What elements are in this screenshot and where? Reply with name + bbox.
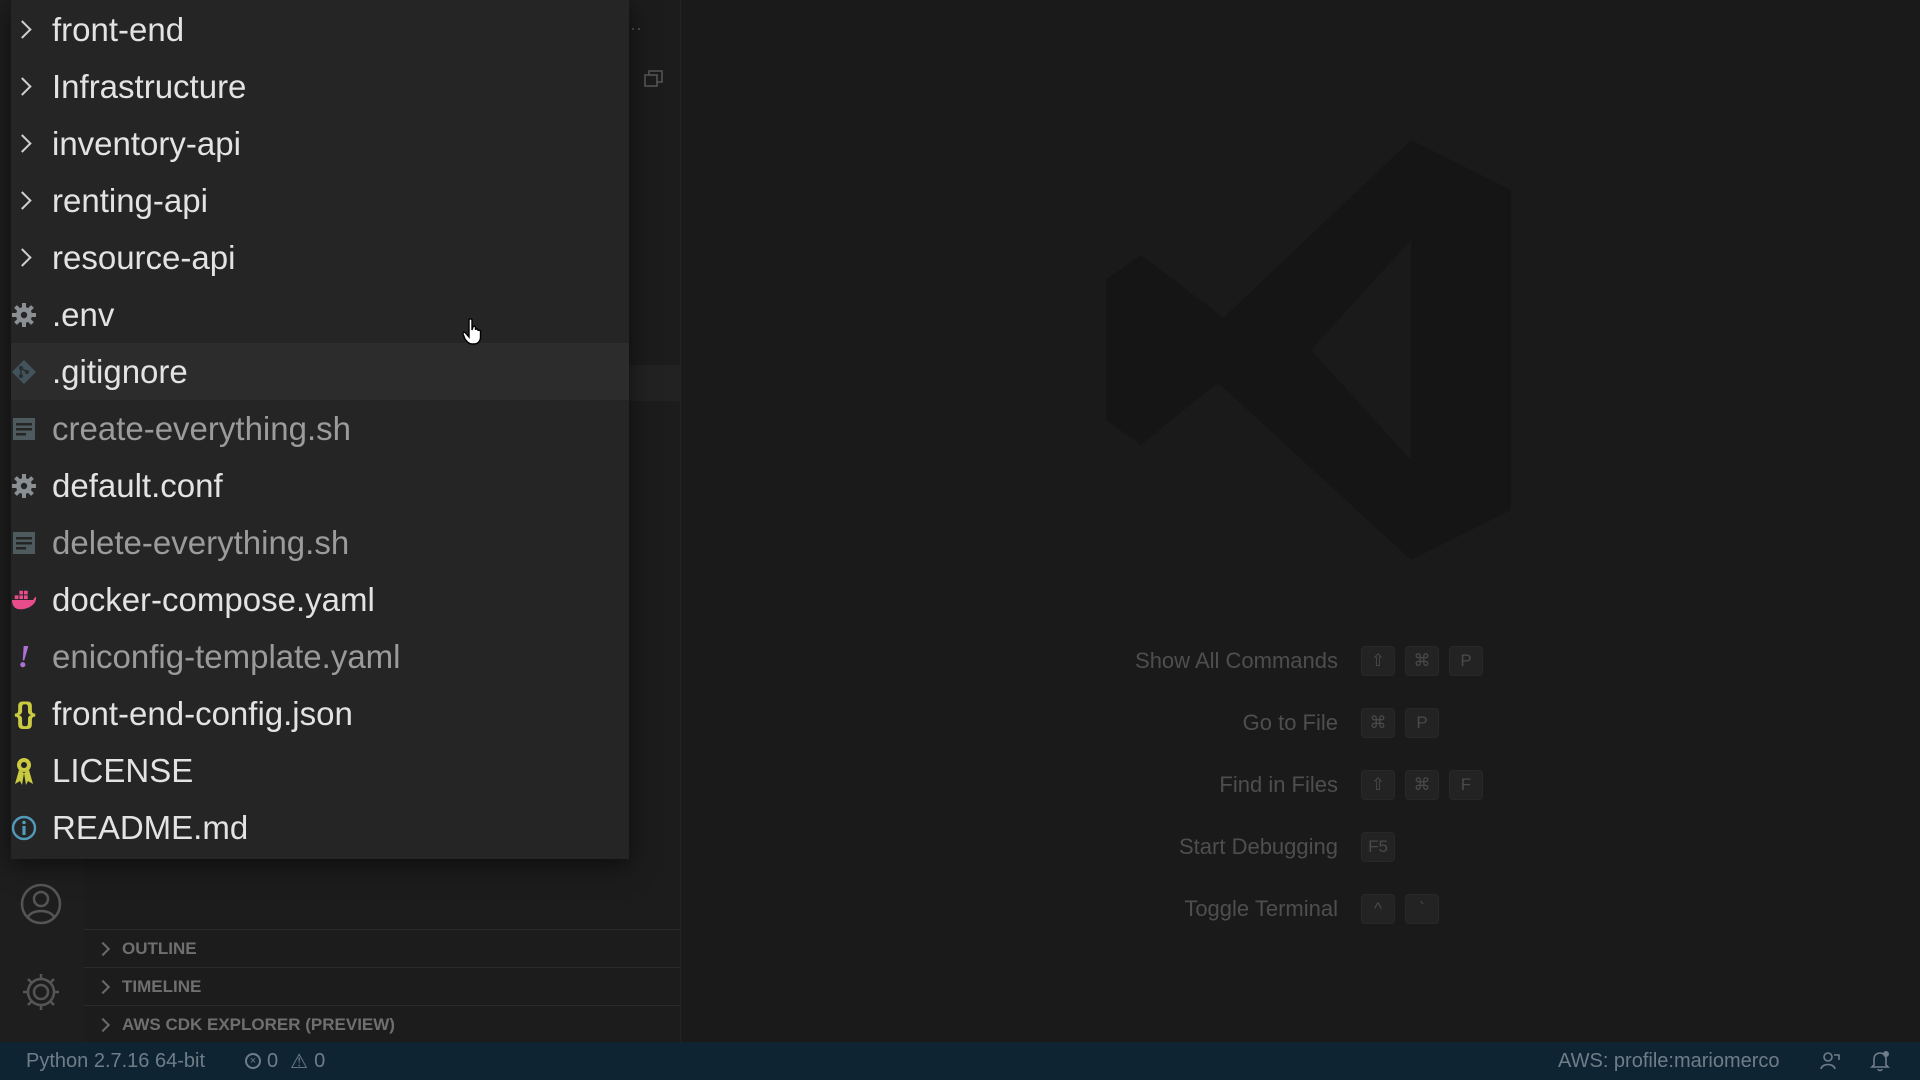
command-label: Start Debugging [1179, 834, 1338, 859]
problems-indicator[interactable]: × 0 ⚠ 0 [245, 1049, 325, 1074]
command-label: Show All Commands [1135, 648, 1338, 673]
tree-file-readme[interactable]: README.md [11, 799, 629, 856]
command-start-debugging: Start Debugging F5 [1051, 829, 1671, 865]
tree-file-gitignore[interactable]: .gitignore [11, 343, 629, 400]
accounts-icon[interactable] [19, 882, 63, 926]
key-cmd: ⌘ [1361, 708, 1395, 738]
tree-item-label: eniconfig-template.yaml [52, 637, 401, 675]
tree-folder-renting-api[interactable]: renting-api [11, 172, 629, 229]
editor-area: Show All Commands ⇧ ⌘ P Go to File ⌘ P F… [681, 0, 1920, 1042]
chevron-right-icon [11, 186, 37, 216]
warning-icon: ⚠ [290, 1050, 309, 1073]
command-label: Go to File [1242, 710, 1338, 735]
command-go-to-file: Go to File ⌘ P [1051, 705, 1671, 741]
outline-title: OUTLINE [122, 938, 197, 958]
tree-item-label: README.md [52, 808, 249, 846]
cdk-explorer-section[interactable]: AWS CDK EXPLORER (PREVIEW) [84, 1005, 680, 1043]
tree-file-docker-compose[interactable]: docker-compose.yaml [11, 571, 629, 628]
git-icon [11, 357, 37, 387]
tree-item-label: create-everything.sh [52, 409, 351, 447]
tree-file-create-everything[interactable]: create-everything.sh [11, 400, 629, 457]
gear-icon [11, 471, 37, 501]
command-label: Find in Files [1219, 772, 1338, 797]
tree-folder-front-end[interactable]: front-end [11, 1, 629, 58]
shell-file-icon [11, 528, 37, 558]
key-p: P [1405, 708, 1439, 738]
tree-item-label: inventory-api [52, 124, 241, 162]
tree-folder-infrastructure[interactable]: Infrastructure [11, 58, 629, 115]
tree-item-label: front-end [52, 10, 185, 48]
cdk-explorer-title: AWS CDK EXPLORER (PREVIEW) [122, 1014, 395, 1034]
outline-section[interactable]: OUTLINE [84, 929, 680, 967]
python-interpreter[interactable]: Python 2.7.16 64-bit [26, 1050, 205, 1073]
key-ctrl: ^ [1361, 894, 1395, 924]
manage-gear-icon[interactable] [19, 970, 63, 1014]
tree-item-label: resource-api [52, 238, 236, 276]
key-backtick: ` [1405, 894, 1439, 924]
tree-file-eniconfig-template[interactable]: ! eniconfig-template.yaml [11, 628, 629, 685]
hand-cursor-icon [462, 318, 486, 346]
key-f5: F5 [1361, 832, 1395, 862]
tree-item-label: .gitignore [52, 352, 188, 390]
timeline-section[interactable]: TIMELINE [84, 967, 680, 1005]
aws-profile[interactable]: AWS: profile:mariomerco [1558, 1050, 1780, 1073]
key-cmd: ⌘ [1405, 770, 1439, 800]
live-share-icon[interactable] [1820, 1051, 1840, 1071]
chevron-right-icon [11, 243, 37, 273]
status-bar: Python 2.7.16 64-bit × 0 ⚠ 0 AWS: profil… [0, 1042, 1920, 1080]
explorer-file-list: front-end Infrastructure inventory-api r… [11, 0, 629, 859]
tree-item-label: renting-api [52, 181, 208, 219]
vscode-logo-watermark [1081, 130, 1521, 570]
yaml-exclamation-icon: ! [17, 638, 31, 674]
notifications-bell-icon[interactable] [1870, 1050, 1890, 1072]
license-icon [11, 756, 37, 786]
tree-item-label: delete-everything.sh [52, 523, 350, 561]
command-label: Toggle Terminal [1184, 896, 1338, 921]
error-count: 0 [267, 1049, 279, 1072]
key-p: P [1449, 646, 1483, 676]
docker-icon [11, 585, 37, 615]
tree-item-label: front-end-config.json [52, 694, 353, 732]
shell-file-icon [11, 414, 37, 444]
warning-count: 0 [314, 1049, 326, 1072]
command-find-in-files: Find in Files ⇧ ⌘ F [1051, 767, 1671, 803]
key-shift: ⇧ [1361, 646, 1395, 676]
tree-file-env[interactable]: .env [11, 286, 629, 343]
sidebar-hover-strip [629, 365, 680, 401]
chevron-right-icon [95, 941, 111, 956]
chevron-right-icon [95, 979, 111, 994]
chevron-right-icon [11, 15, 37, 45]
tree-folder-resource-api[interactable]: resource-api [11, 229, 629, 286]
collapse-folders-icon[interactable] [644, 70, 664, 88]
json-braces-icon: {} [14, 696, 35, 730]
tree-item-label: docker-compose.yaml [52, 580, 375, 618]
command-show-all: Show All Commands ⇧ ⌘ P [1051, 643, 1671, 679]
tree-file-front-end-config[interactable]: {} front-end-config.json [11, 685, 629, 742]
tree-item-label: LICENSE [52, 751, 194, 789]
tree-item-label: .env [52, 295, 115, 333]
tree-folder-inventory-api[interactable]: inventory-api [11, 115, 629, 172]
key-cmd: ⌘ [1405, 646, 1439, 676]
chevron-right-icon [11, 129, 37, 159]
info-icon [11, 813, 37, 843]
command-toggle-terminal: Toggle Terminal ^ ` [1051, 891, 1671, 927]
more-actions-icon[interactable]: ·· [630, 18, 642, 39]
chevron-right-icon [11, 72, 37, 102]
tree-item-label: Infrastructure [52, 67, 247, 105]
tree-file-default-conf[interactable]: default.conf [11, 457, 629, 514]
key-shift: ⇧ [1361, 770, 1395, 800]
gear-icon [11, 300, 37, 330]
timeline-title: TIMELINE [122, 976, 202, 996]
tree-file-delete-everything[interactable]: delete-everything.sh [11, 514, 629, 571]
tree-item-label: default.conf [52, 466, 223, 504]
error-icon: × [245, 1053, 261, 1069]
key-f: F [1449, 770, 1483, 800]
chevron-right-icon [95, 1017, 111, 1032]
tree-file-license[interactable]: LICENSE [11, 742, 629, 799]
